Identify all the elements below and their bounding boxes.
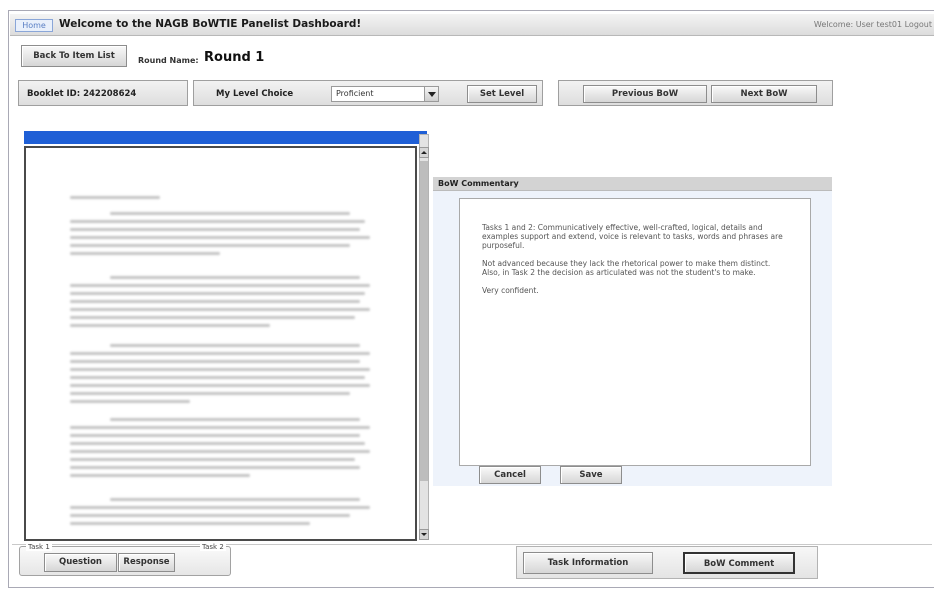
text-line [70, 244, 350, 247]
text-line [70, 368, 370, 371]
text-line [70, 292, 365, 295]
text-line [70, 514, 350, 517]
text-line [70, 228, 360, 231]
text-line [70, 376, 365, 379]
home-link[interactable]: Home [15, 19, 53, 32]
text-line [70, 426, 370, 429]
text-line [110, 498, 360, 501]
commentary-paragraph: Tasks 1 and 2: Communicatively effective… [482, 223, 783, 250]
text-line [70, 252, 220, 255]
text-line [70, 522, 310, 525]
commentary-textarea[interactable]: Tasks 1 and 2: Communicatively effective… [459, 198, 811, 466]
text-line [70, 220, 365, 223]
text-line [70, 392, 350, 395]
text-line [70, 442, 365, 445]
dropdown-arrow-icon[interactable] [424, 87, 438, 101]
response-button[interactable]: Response [118, 553, 175, 572]
text-line [70, 196, 160, 199]
text-line [110, 212, 350, 215]
commentary-paragraph: Not advanced because they lack the rheto… [482, 259, 771, 277]
round-name-value: Round 1 [204, 50, 265, 65]
text-line [110, 344, 360, 347]
bow-navigation-panel: Previous BoW Next BoW [558, 80, 833, 106]
title-bar: Home Welcome to the NAGB BoWTIE Panelist… [10, 14, 934, 36]
scrollbar-thumb[interactable] [420, 161, 428, 481]
text-line [70, 434, 360, 437]
task-information-button[interactable]: Task Information [523, 552, 653, 574]
level-choice-panel: My Level Choice Proficient Set Level [193, 80, 543, 106]
bow-comment-button[interactable]: BoW Comment [683, 552, 795, 574]
text-line [70, 236, 370, 239]
text-line [70, 316, 355, 319]
text-line [110, 418, 360, 421]
commentary-paragraph: Very confident. [482, 286, 539, 295]
booklet-id-panel: Booklet ID: 242208624 [18, 80, 188, 106]
commentary-title: BoW Commentary [438, 179, 519, 188]
commentary-header: BoW Commentary [433, 177, 832, 191]
task-1-label[interactable]: Task 1 [26, 543, 52, 551]
text-line [70, 284, 370, 287]
text-line [70, 300, 360, 303]
save-button[interactable]: Save [560, 466, 622, 484]
cancel-button[interactable]: Cancel [479, 466, 541, 484]
text-line [70, 506, 370, 509]
next-bow-button[interactable]: Next BoW [711, 85, 817, 103]
booklet-viewer-header [24, 131, 427, 144]
back-to-item-list-button[interactable]: Back To Item List [21, 45, 127, 67]
level-choice-label: My Level Choice [216, 89, 294, 99]
text-line [70, 466, 360, 469]
booklet-response-viewer[interactable] [24, 146, 417, 541]
text-line [70, 308, 370, 311]
round-name-label: Round Name: [138, 56, 199, 65]
text-line [110, 276, 360, 279]
set-level-button[interactable]: Set Level [467, 85, 537, 103]
booklet-id-text: Booklet ID: 242208624 [27, 89, 137, 99]
level-select[interactable]: Proficient [331, 86, 439, 102]
text-line [70, 450, 370, 453]
text-line [70, 400, 190, 403]
scroll-up-arrow-icon[interactable] [419, 147, 429, 158]
question-button[interactable]: Question [44, 553, 117, 572]
text-line [70, 352, 370, 355]
text-line [70, 384, 370, 387]
text-line [70, 458, 355, 461]
task-2-label[interactable]: Task 2 [200, 543, 226, 551]
text-line [70, 324, 270, 327]
previous-bow-button[interactable]: Previous BoW [583, 85, 707, 103]
text-line [70, 474, 250, 477]
text-line [70, 360, 360, 363]
scroll-down-arrow-icon[interactable] [419, 529, 429, 540]
welcome-text[interactable]: Welcome: User test01 Logout [814, 20, 932, 29]
page-title: Welcome to the NAGB BoWTIE Panelist Dash… [59, 18, 362, 30]
viewer-scrollbar[interactable] [419, 134, 429, 540]
level-select-value: Proficient [336, 89, 374, 98]
